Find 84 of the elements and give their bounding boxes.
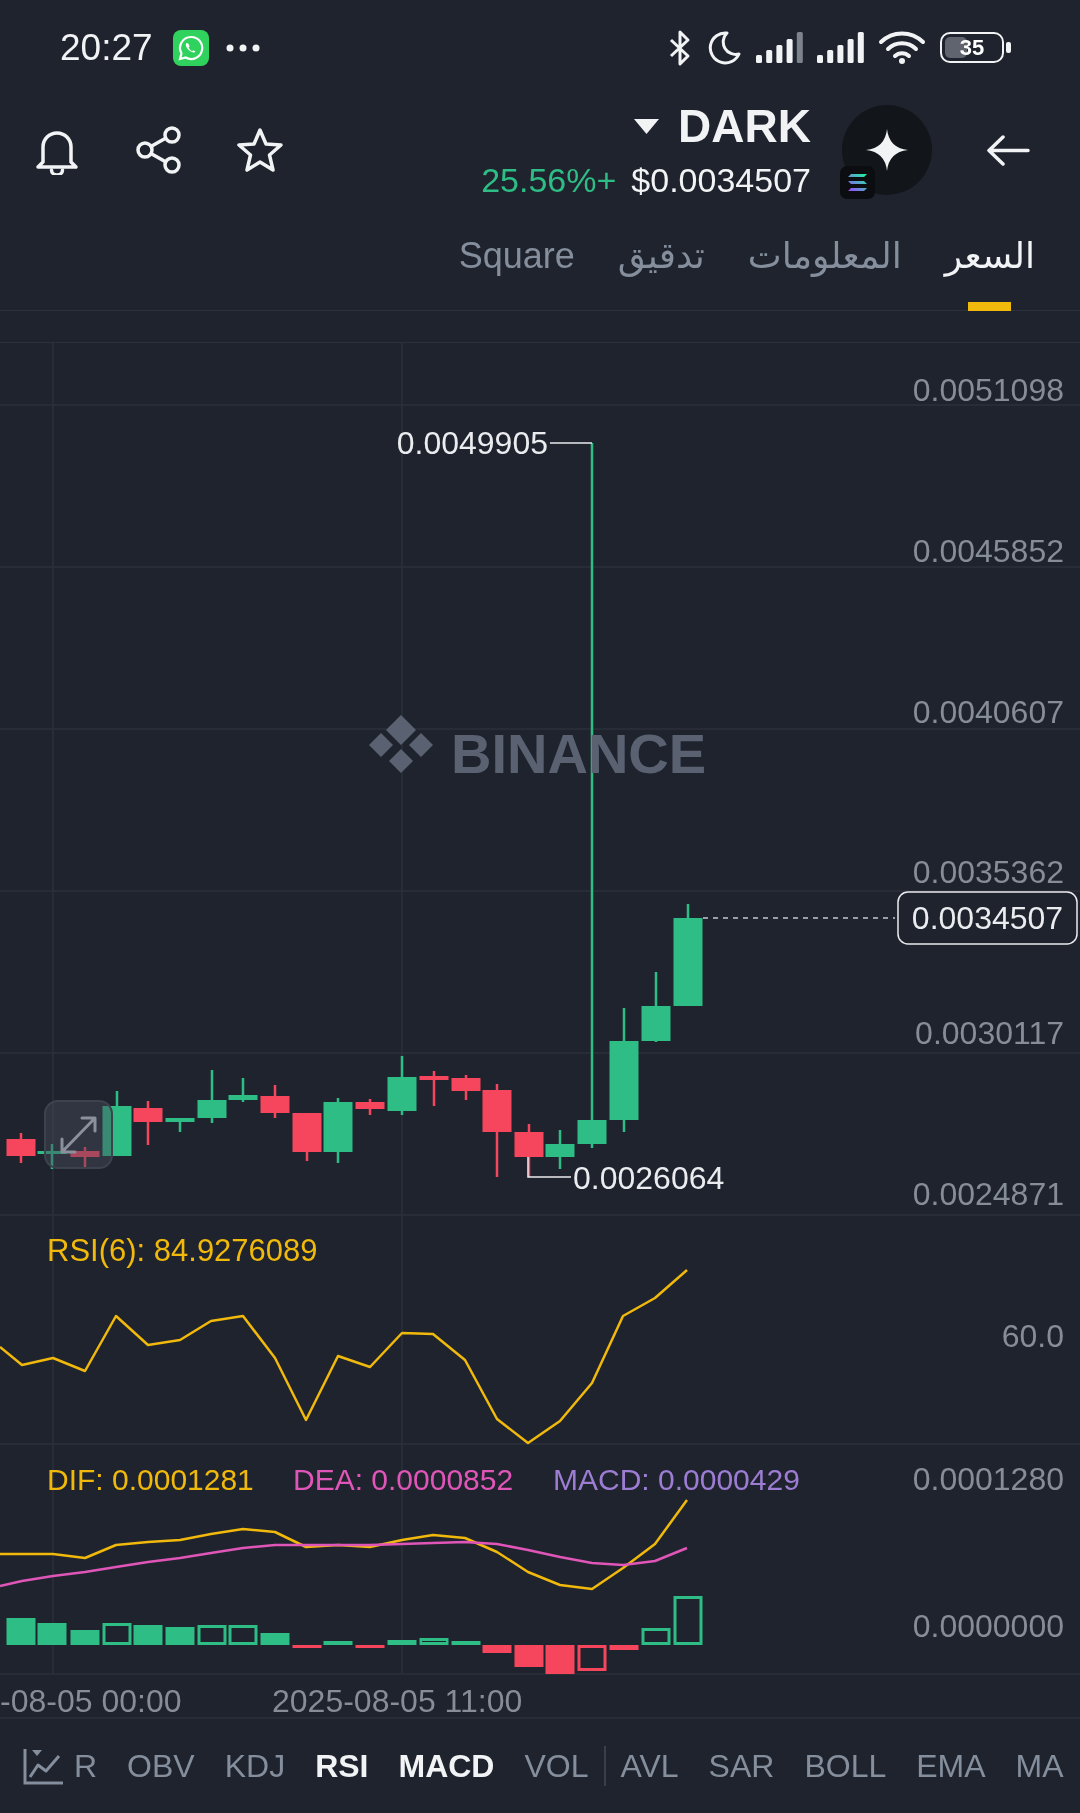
chat-app-icon <box>172 29 209 66</box>
high-price-label: 0.0049905 <box>396 425 548 461</box>
histogram-bar <box>228 1625 258 1645</box>
candle <box>292 1113 322 1161</box>
price-axis-label: 0.0035362 <box>912 854 1064 891</box>
indicator-tab[interactable]: AVL <box>620 1746 679 1786</box>
candle <box>419 1071 449 1106</box>
price-axis-label: 0.0040607 <box>912 693 1064 730</box>
caret-icon[interactable] <box>634 118 660 134</box>
histogram-bar <box>197 1625 227 1645</box>
status-time: 20:27 <box>60 27 153 68</box>
token-symbol[interactable]: DARK <box>678 102 811 150</box>
time-axis-label: 2025-08-05 11:00 <box>272 1683 523 1719</box>
candle <box>387 1056 417 1115</box>
histogram-bar <box>70 1630 100 1645</box>
low-price-label: 0.0026064 <box>573 1160 725 1196</box>
histogram-bar <box>641 1628 671 1645</box>
token-price: $0.0034507 <box>631 162 811 198</box>
candle <box>545 1130 575 1169</box>
current-price-tag: 0.0034507 <box>897 891 1078 945</box>
back-arrow-icon[interactable] <box>985 133 1030 167</box>
rsi-axis-label: 60.0 <box>1001 1318 1064 1354</box>
histogram-bar <box>545 1645 575 1674</box>
candle <box>6 1133 36 1163</box>
histogram-bar <box>609 1645 639 1650</box>
candle <box>260 1085 290 1118</box>
price-axis-label: 0.0051098 <box>912 372 1064 408</box>
candle <box>641 972 671 1042</box>
tab[interactable]: تدقيق <box>617 234 705 311</box>
price-axis-label: 0.0045852 <box>912 532 1064 569</box>
histogram-bar <box>6 1618 36 1645</box>
time-axis-label: -08-05 00:00 <box>0 1683 182 1719</box>
macd-axis-label: 0.0001280 <box>912 1461 1064 1497</box>
tab[interactable]: المعلومات <box>747 234 902 311</box>
candle <box>514 1124 544 1177</box>
macd-axis-label: 0.0000000 <box>912 1608 1064 1644</box>
histogram-bar <box>673 1596 703 1645</box>
macd-legend-label: DIF: 0.0001281 <box>47 1463 254 1496</box>
histogram-bar <box>133 1625 163 1645</box>
indicator-tab[interactable]: EMA <box>916 1746 986 1786</box>
rsi-label: RSI(6): 84.9276089 <box>47 1233 318 1268</box>
leader-line <box>527 1156 572 1178</box>
histogram-bar <box>355 1645 385 1648</box>
signal-icon <box>756 32 803 63</box>
tab[interactable]: السعر <box>944 234 1035 311</box>
histogram-bar <box>165 1627 195 1645</box>
battery-indicator: 35 <box>940 32 1012 63</box>
share-icon[interactable] <box>135 126 183 174</box>
indicator-tab[interactable]: R <box>74 1746 98 1786</box>
histogram-bar <box>387 1640 417 1645</box>
macd-legend-label: MACD: 0.0000429 <box>553 1463 800 1496</box>
wifi-icon <box>878 31 926 64</box>
histogram-bar <box>102 1623 132 1645</box>
candle <box>70 1147 100 1169</box>
histogram-bar <box>419 1638 449 1645</box>
moon-icon <box>707 30 742 65</box>
indicator-tab[interactable]: MA <box>1015 1746 1064 1786</box>
indicator-tab[interactable]: RSI <box>315 1746 369 1786</box>
indicator-tab[interactable]: MACD <box>398 1746 495 1786</box>
candle <box>165 1118 195 1132</box>
price-axis-label: 0.0030117 <box>915 1015 1064 1052</box>
histogram-bar <box>260 1633 290 1645</box>
price-axis-label: 0.0024871 <box>912 1176 1064 1212</box>
signal-icon <box>817 32 864 63</box>
histogram-bar <box>514 1645 544 1667</box>
diamond-logo-icon <box>369 715 433 773</box>
indicator-tab[interactable]: SAR <box>708 1746 775 1786</box>
indicator-tab[interactable]: KDJ <box>224 1746 286 1786</box>
tab[interactable]: Square <box>458 234 575 311</box>
candle <box>323 1098 353 1163</box>
star-icon[interactable] <box>236 127 284 173</box>
candle <box>355 1099 385 1115</box>
expand-icon[interactable] <box>44 1100 113 1169</box>
histogram-bar <box>577 1645 607 1671</box>
histogram-bar <box>37 1623 67 1645</box>
leader-line <box>549 442 593 444</box>
macd-legend-label: DEA: 0.0000852 <box>293 1463 514 1496</box>
line-chart-icon[interactable] <box>23 1747 64 1785</box>
more-dots-icon <box>225 43 260 52</box>
stripes-badge-icon <box>840 166 875 199</box>
indicator-tab[interactable]: OBV <box>127 1746 195 1786</box>
price-change: 25.56%+ <box>481 162 617 198</box>
indicator-tab[interactable]: BOLL <box>804 1746 887 1786</box>
indicator-tab[interactable]: VOL <box>524 1746 589 1786</box>
